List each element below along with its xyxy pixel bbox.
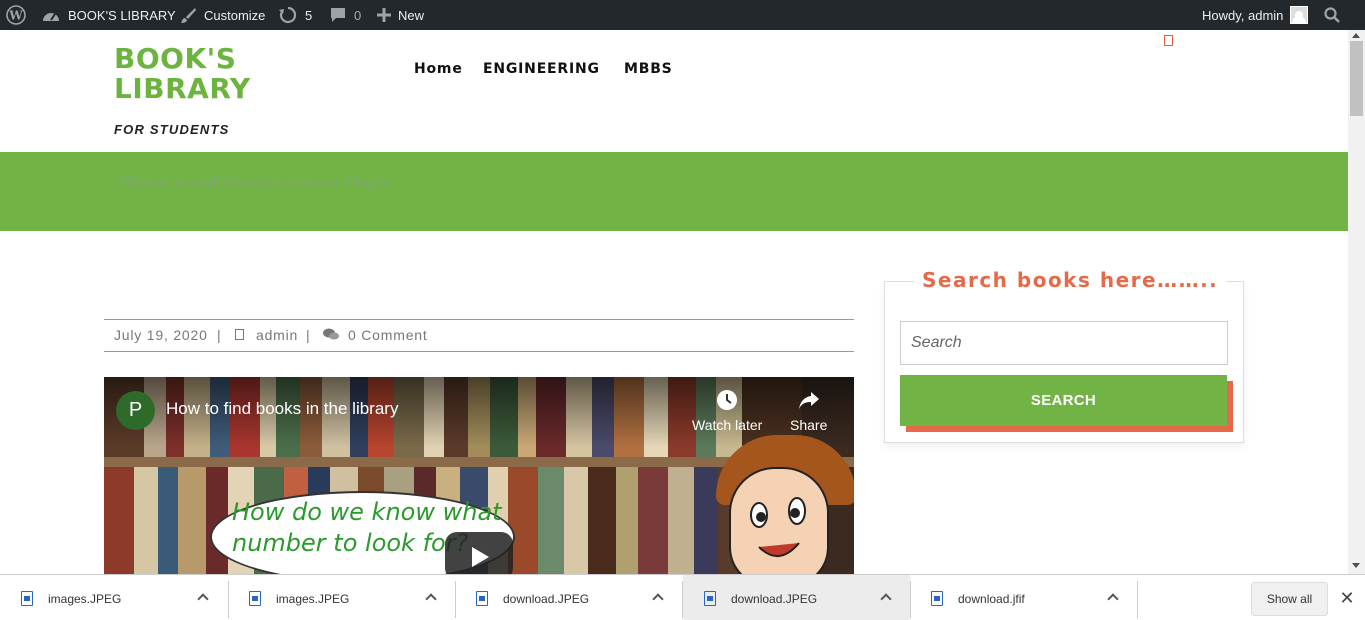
comments-icon (323, 328, 339, 344)
chevron-up-icon[interactable] (1107, 593, 1119, 605)
comments-link[interactable]: 0 (330, 0, 361, 30)
image-file-icon (249, 591, 261, 606)
updates-link[interactable]: 5 (279, 0, 312, 30)
play-button[interactable] (445, 532, 513, 574)
comments-count: 0 (354, 7, 362, 23)
site-name-label: BOOK'S LIBRARY (68, 7, 176, 23)
chevron-up-icon[interactable] (425, 593, 437, 605)
comment-bubble-icon (330, 7, 346, 23)
channel-avatar[interactable]: P (116, 391, 155, 430)
chevron-up-icon[interactable] (197, 593, 209, 605)
my-account-link[interactable]: Howdy, admin (1202, 0, 1309, 30)
download-item[interactable]: download.JPEG (683, 575, 910, 620)
video-title[interactable]: How to find books in the library (166, 399, 398, 419)
download-item[interactable]: download.jfif (910, 575, 1137, 620)
woocommerce-notice: Please Install Woocommerce Plugin (119, 173, 391, 192)
wordpress-logo-icon[interactable]: W (6, 0, 26, 30)
nav-home[interactable]: Home (414, 61, 463, 77)
search-widget-title: Search books here…….. (922, 268, 1219, 292)
file-icon (931, 591, 943, 606)
customize-link[interactable]: Customize (180, 0, 265, 30)
download-item[interactable]: images.JPEG (0, 575, 227, 620)
dashboard-icon (42, 8, 60, 22)
new-label: New (398, 7, 425, 23)
admin-bar: W BOOK'S LIBRARY Customize 5 0 New Howdy… (0, 0, 1365, 30)
cartoon-girl-face (729, 467, 829, 574)
post-author[interactable]: admin (256, 327, 298, 343)
download-item[interactable]: images.JPEG (228, 575, 455, 620)
image-file-icon (476, 591, 488, 606)
site-name-link[interactable]: BOOK'S LIBRARY (42, 0, 176, 30)
new-content-link[interactable]: New (377, 0, 424, 30)
scroll-down-arrow-icon[interactable] (1352, 563, 1360, 568)
widget-title-wrap: Search books here…….. (914, 268, 1227, 292)
divider (104, 351, 854, 352)
search-button[interactable]: SEARCH (900, 375, 1227, 426)
cart-icon[interactable] (1164, 35, 1173, 46)
download-filename: download.JPEG (731, 592, 818, 606)
watch-later-button[interactable]: Watch later (692, 389, 762, 433)
share-button[interactable]: Share (790, 389, 827, 433)
site-title-line2: LIBRARY (114, 72, 251, 105)
image-file-icon (21, 591, 33, 606)
divider (1137, 581, 1138, 618)
chevron-up-icon[interactable] (652, 593, 664, 605)
svg-text:W: W (8, 9, 23, 23)
nav-engineering[interactable]: ENGINEERING (483, 61, 600, 77)
download-shelf: images.JPEG images.JPEG download.JPEG do… (0, 574, 1365, 620)
updates-count: 5 (305, 7, 313, 23)
scroll-up-arrow-icon[interactable] (1352, 33, 1360, 38)
share-label: Share (790, 417, 828, 433)
download-filename: images.JPEG (276, 592, 350, 606)
image-file-icon (704, 591, 716, 606)
search-input[interactable] (900, 321, 1228, 365)
show-all-button[interactable]: Show all (1251, 582, 1328, 616)
plus-icon (377, 8, 391, 22)
download-filename: images.JPEG (48, 592, 122, 606)
clock-icon (716, 389, 738, 411)
updates-icon (279, 6, 297, 24)
download-item[interactable]: download.JPEG (455, 575, 682, 620)
site-title[interactable]: BOOK'S LIBRARY (114, 44, 251, 104)
howdy-label: Howdy, admin (1202, 7, 1284, 23)
scrollbar-thumb[interactable] (1350, 41, 1363, 116)
customize-label: Customize (204, 7, 266, 23)
download-filename: download.jfif (958, 592, 1025, 606)
watch-later-label: Watch later (692, 417, 763, 433)
download-filename: download.JPEG (503, 592, 590, 606)
youtube-video-embed[interactable]: P How to find books in the library Watch… (104, 377, 854, 574)
search-icon[interactable] (1324, 0, 1340, 30)
meta-separator: | (306, 327, 311, 343)
nav-mbbs[interactable]: MBBS (624, 61, 673, 77)
meta-separator: | (217, 327, 222, 343)
avatar (1290, 6, 1309, 24)
close-icon[interactable]: ✕ (1338, 589, 1356, 607)
divider (104, 319, 854, 320)
post-date[interactable]: July 19, 2020 (114, 327, 208, 343)
speech-bubble-line: How do we know what (232, 498, 502, 526)
paintbrush-icon (180, 7, 197, 24)
chevron-up-icon[interactable] (880, 593, 892, 605)
share-arrow-icon (798, 389, 820, 411)
site-tagline: FOR STUDENTS (114, 122, 230, 137)
post-comments-count[interactable]: 0 Comment (348, 327, 428, 343)
site-title-line1: BOOK'S (114, 42, 237, 75)
